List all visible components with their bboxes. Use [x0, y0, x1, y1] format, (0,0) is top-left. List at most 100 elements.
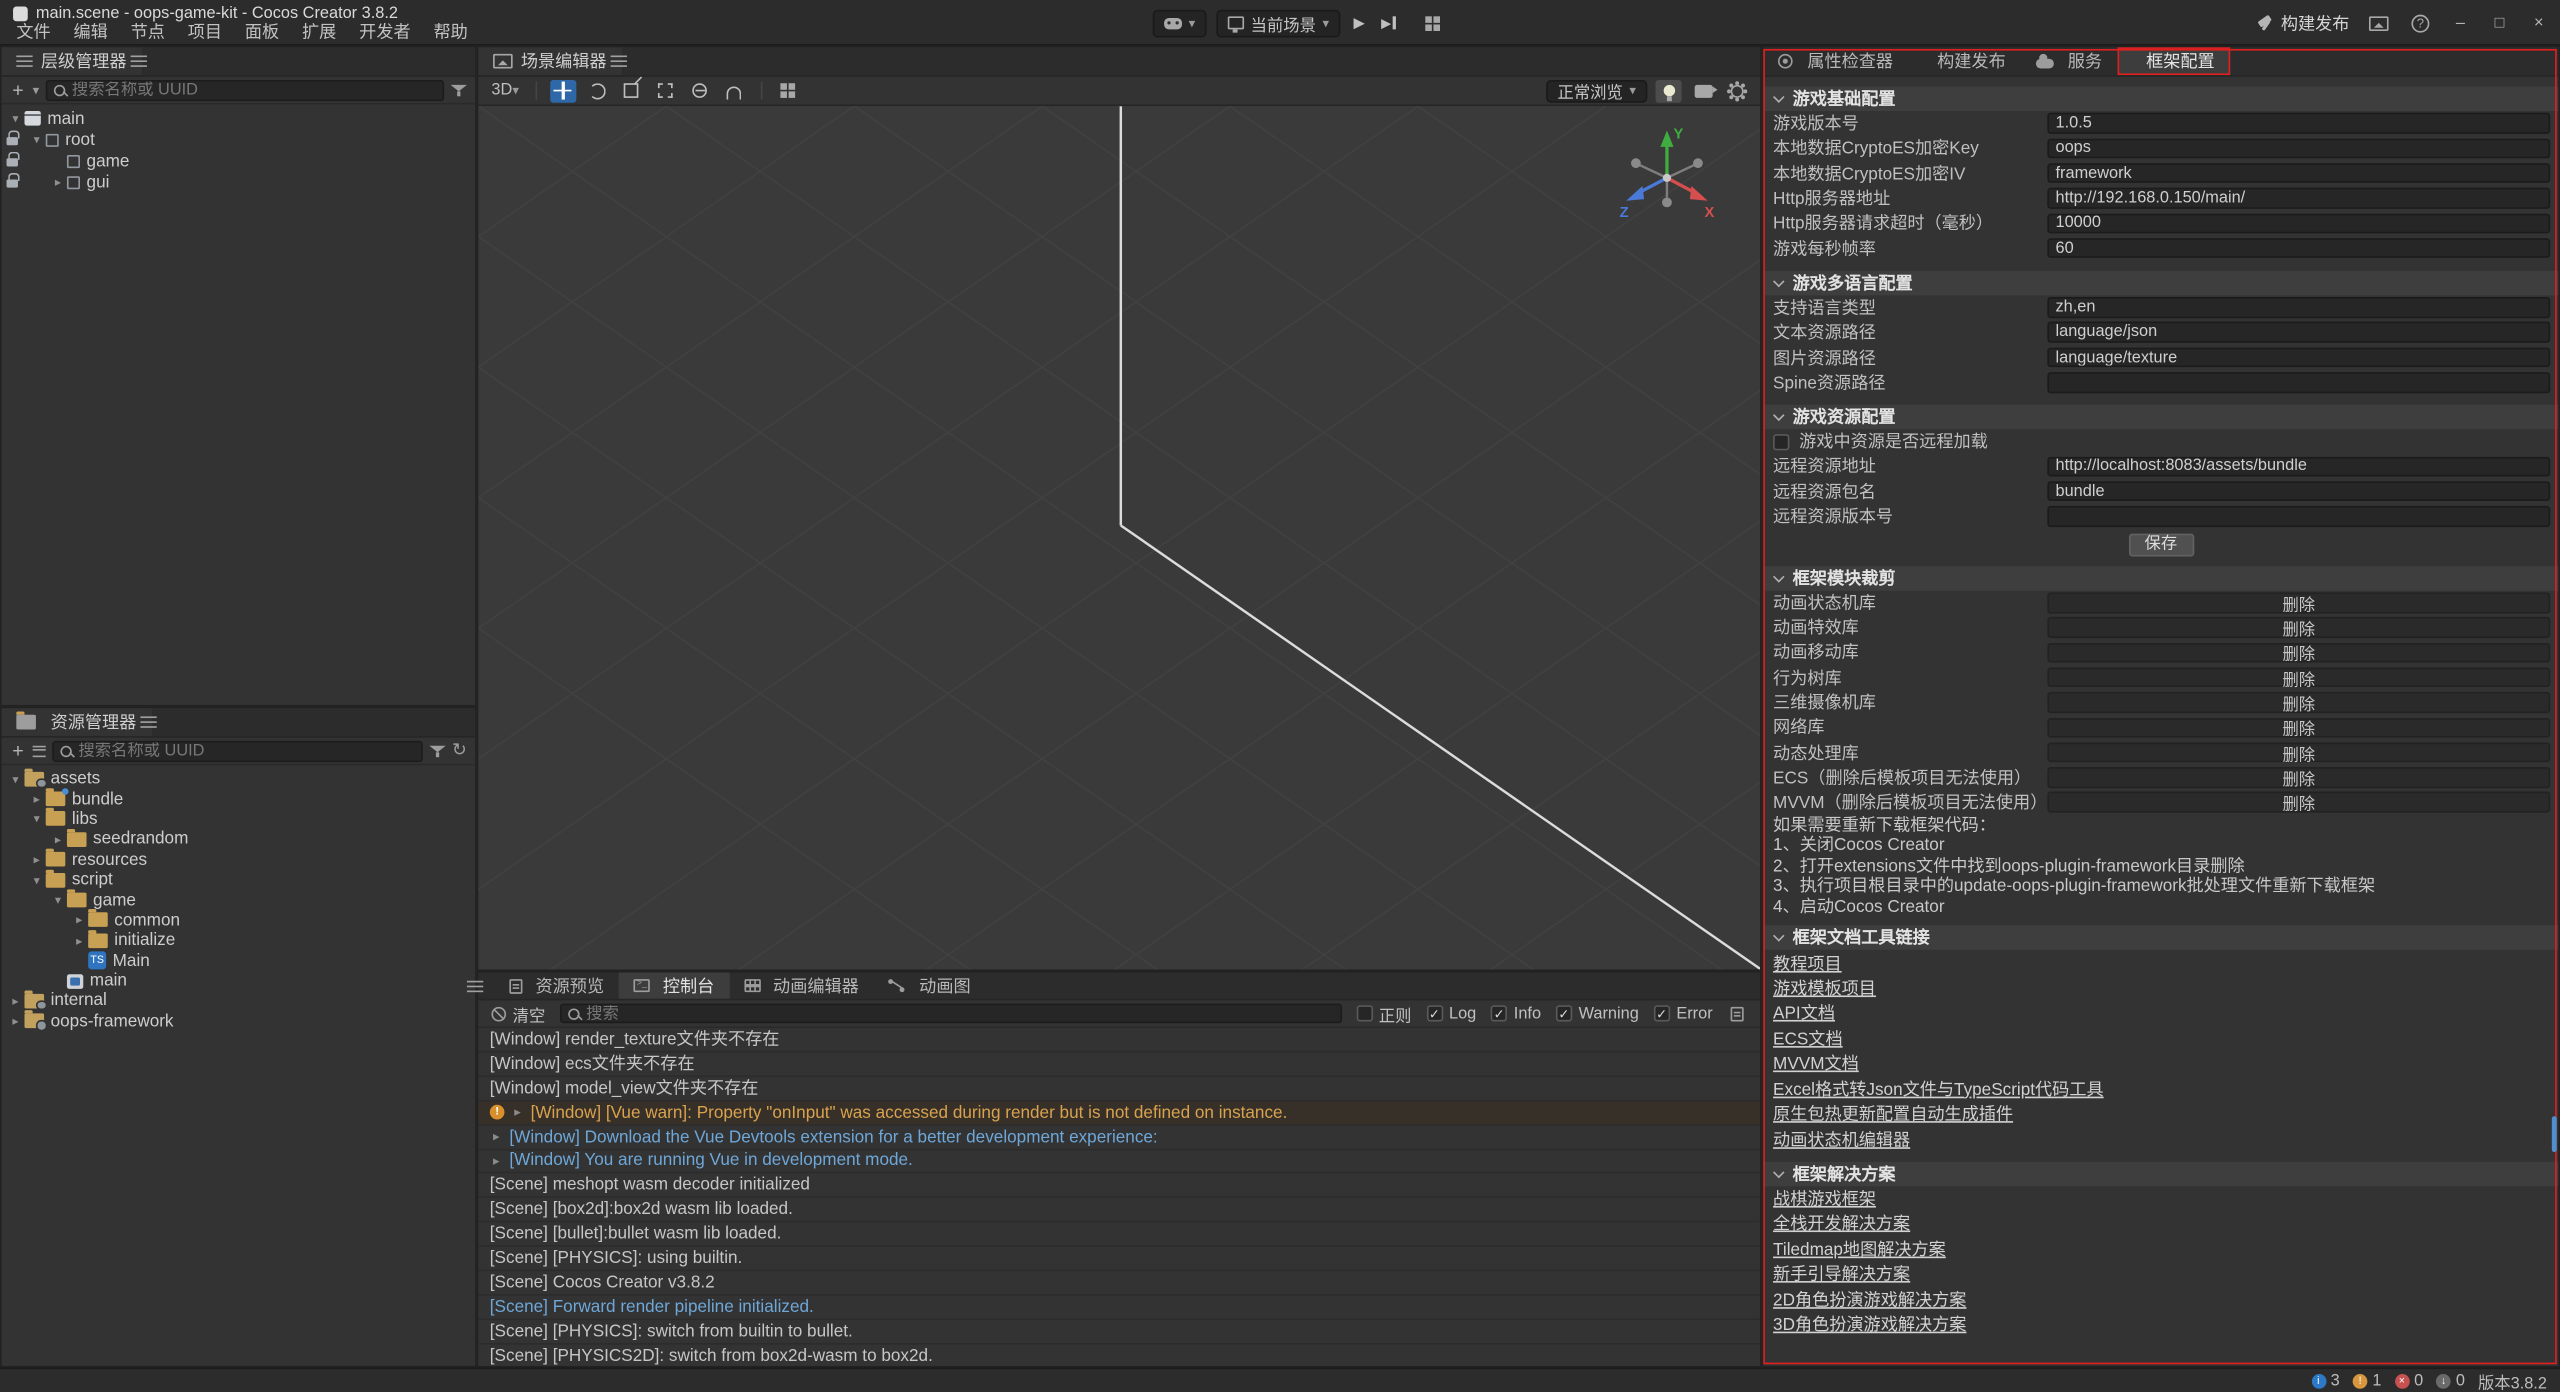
console-log-row[interactable]: [Scene] Cocos Creator v3.8.2 [478, 1271, 1760, 1295]
expand-arrow-icon[interactable]: ▾ [8, 111, 23, 126]
asset-item[interactable]: ▾ game [2, 890, 475, 910]
asset-item[interactable]: Main [2, 951, 475, 971]
log-filter-toggle[interactable]: Info [1491, 1004, 1541, 1022]
expand-arrow-icon[interactable]: ▸ [72, 913, 87, 928]
rect-tool-button[interactable] [653, 79, 679, 102]
build-publish-button[interactable]: 构建发布 [2256, 11, 2349, 35]
config-input[interactable] [2047, 163, 2550, 183]
scene-viewport[interactable]: Y X Z [478, 106, 1760, 969]
open-log-file-button[interactable] [1727, 1006, 1747, 1021]
menu-item[interactable]: 开发者 [348, 23, 422, 44]
expand-arrow-icon[interactable]: ▸ [51, 832, 66, 847]
create-node-button[interactable]: + [10, 82, 26, 98]
screenshot-button[interactable] [2366, 16, 2392, 31]
console-log-row[interactable]: [Window] render_texture文件夹不存在 [478, 1028, 1760, 1052]
console-log-row[interactable]: [Window] model_view文件夹不存在 [478, 1077, 1760, 1101]
config-input[interactable] [2047, 506, 2550, 526]
log-filter-toggle[interactable]: Error [1653, 1004, 1712, 1022]
doc-link[interactable]: 动画状态机编辑器 [1773, 1127, 1910, 1151]
doc-link[interactable]: Excel格式转Json文件与TypeScript代码工具 [1773, 1077, 2104, 1101]
view-mode-dropdown[interactable]: 正常浏览 [1546, 79, 1647, 102]
delete-module-button[interactable]: 删除 [2047, 592, 2550, 612]
refresh-icon[interactable]: ↻ [452, 742, 467, 760]
regex-toggle[interactable]: 正则 [1356, 1001, 1412, 1025]
section-header[interactable]: 游戏基础配置 [1763, 86, 2558, 110]
expand-arrow-icon[interactable]: ▾ [29, 812, 44, 827]
expand-arrow-icon[interactable]: ▾ [51, 893, 66, 908]
hierarchy-node[interactable]: game [2, 150, 475, 171]
snap-tool-button[interactable] [721, 79, 747, 102]
save-button[interactable]: 保存 [2128, 534, 2193, 556]
help-button[interactable] [2408, 14, 2432, 32]
delete-module-button[interactable]: 删除 [2047, 717, 2550, 737]
section-header[interactable]: 框架模块裁剪 [1763, 566, 2558, 590]
menu-item[interactable]: 节点 [119, 23, 176, 44]
solution-link[interactable]: 全栈开发解决方案 [1773, 1212, 1910, 1236]
console-log-row[interactable]: ▸ [Window] [Vue warn]: Property "onInput… [478, 1101, 1760, 1125]
solution-link[interactable]: 战棋游戏框架 [1773, 1186, 1876, 1210]
config-input[interactable] [2047, 238, 2550, 258]
expand-arrow-icon[interactable]: ▸ [72, 933, 87, 948]
asset-item[interactable]: main [2, 971, 475, 991]
sort-icon[interactable] [33, 745, 46, 756]
close-button[interactable]: × [2527, 14, 2550, 32]
log-filter-toggle[interactable]: Warning [1556, 1004, 1639, 1022]
preview-platform-dropdown[interactable] [1153, 9, 1207, 37]
asset-item[interactable]: ▾ script [2, 870, 475, 890]
inspector-tab[interactable]: 属性检查器 [1763, 47, 1907, 75]
config-input[interactable] [2047, 322, 2550, 342]
asset-item[interactable]: ▸ resources [2, 849, 475, 869]
expand-arrow-icon[interactable]: ▸ [490, 1129, 503, 1144]
config-input[interactable] [2047, 113, 2550, 133]
solution-link[interactable]: 新手引导解决方案 [1773, 1262, 1910, 1286]
move-tool-button[interactable] [550, 79, 576, 102]
grid-toggle-button[interactable] [775, 79, 801, 102]
config-input[interactable] [2047, 138, 2550, 158]
doc-link[interactable]: 游戏模板项目 [1773, 976, 1876, 1000]
console-log-row[interactable]: [Scene] [PHYSICS]: switch from builtin t… [478, 1320, 1760, 1344]
assets-search-input[interactable] [78, 742, 414, 760]
hierarchy-search-input[interactable] [72, 81, 436, 99]
console-log-row[interactable]: [Scene] [PHYSICS]: using builtin. [478, 1247, 1760, 1271]
lighting-toggle-button[interactable] [1656, 79, 1682, 102]
inspector-tab[interactable]: 框架配置 [2117, 47, 2230, 75]
delete-module-button[interactable]: 删除 [2047, 692, 2550, 712]
scale-tool-button[interactable] [618, 79, 644, 102]
console-log-row[interactable]: [Scene] meshopt wasm decoder initialized [478, 1174, 1760, 1198]
menu-item[interactable]: 文件 [5, 23, 62, 44]
console-log-row[interactable]: ▸ [Window] Download the Vue Devtools ext… [478, 1125, 1760, 1149]
assets-tab[interactable]: 资源管理器 [2, 708, 151, 736]
panel-menu-icon[interactable] [140, 716, 156, 727]
expand-arrow-icon[interactable]: ▸ [8, 994, 23, 1009]
panel-menu-icon[interactable] [610, 55, 626, 66]
doc-link[interactable]: API文档 [1773, 1001, 1835, 1025]
filter-icon[interactable] [451, 82, 467, 97]
doc-link[interactable]: ECS文档 [1773, 1026, 1843, 1050]
play-button[interactable] [1350, 14, 1368, 32]
create-asset-button[interactable]: + [10, 743, 26, 759]
config-input[interactable] [2047, 347, 2550, 367]
config-input[interactable] [2047, 213, 2550, 233]
config-input[interactable] [2047, 481, 2550, 501]
hierarchy-tab[interactable]: 层级管理器 [2, 47, 142, 75]
asset-item[interactable]: ▸ bundle [2, 789, 475, 809]
scene-settings-button[interactable] [1724, 79, 1750, 102]
inspector-tab[interactable]: 构建发布 [1908, 47, 2021, 75]
inspector-tab[interactable]: 服务 [2020, 47, 2116, 75]
solution-link[interactable]: Tiledmap地图解决方案 [1773, 1237, 1946, 1261]
menu-item[interactable]: 编辑 [62, 23, 119, 44]
solution-link[interactable]: 3D角色扮演游戏解决方案 [1773, 1312, 1966, 1336]
config-input[interactable] [2047, 456, 2550, 476]
rotate-tool-button[interactable] [584, 79, 610, 102]
menu-item[interactable]: 项目 [176, 23, 233, 44]
scrollbar-thumb[interactable] [2552, 1116, 2557, 1152]
section-header[interactable]: 框架解决方案 [1763, 1162, 2558, 1186]
asset-item[interactable]: ▸ oops-framework [2, 1011, 475, 1031]
console-tab[interactable]: 资源预览 [495, 973, 619, 999]
menu-item[interactable]: 扩展 [291, 23, 348, 44]
log-filter-toggle[interactable]: Log [1426, 1004, 1476, 1022]
clear-console-button[interactable]: 清空 [491, 1001, 545, 1025]
menu-item[interactable]: 帮助 [422, 23, 479, 44]
delete-module-button[interactable]: 删除 [2047, 792, 2550, 812]
delete-module-button[interactable]: 删除 [2047, 617, 2550, 637]
